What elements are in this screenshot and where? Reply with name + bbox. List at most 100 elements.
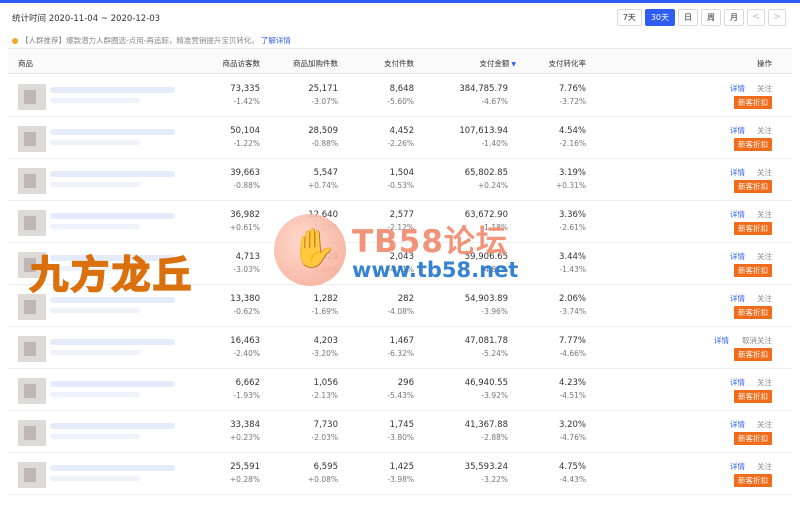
conv-rate-change: -2.16% <box>559 139 586 148</box>
follow-link[interactable]: 关注 <box>757 167 772 178</box>
new-customer-discount-button[interactable]: 新客折扣 <box>734 222 772 235</box>
product-title-blurred[interactable] <box>50 213 175 219</box>
new-customer-discount-button[interactable]: 新客折扣 <box>734 306 772 319</box>
pay-amount-value: 46,940.55 <box>464 378 508 388</box>
cart-change: -2.03% <box>311 433 338 442</box>
range-30d-button[interactable]: 30天 <box>644 9 675 26</box>
sort-desc-icon[interactable]: ▼ <box>511 61 516 68</box>
new-customer-discount-button[interactable]: 新客折扣 <box>734 432 772 445</box>
detail-link[interactable]: 详情 <box>714 335 729 346</box>
product-title-blurred[interactable] <box>50 171 175 177</box>
detail-link[interactable]: 详情 <box>730 293 745 304</box>
detail-link[interactable]: 详情 <box>730 125 745 136</box>
follow-link[interactable]: 关注 <box>757 419 772 430</box>
col-pay-items[interactable]: 支付件数 <box>384 58 414 69</box>
product-thumbnail[interactable] <box>18 378 46 404</box>
pay-amount-change: -5.24% <box>481 349 508 358</box>
visitors-change: -1.42% <box>233 97 260 106</box>
product-title-blurred[interactable] <box>50 381 175 387</box>
new-customer-discount-button[interactable]: 新客折扣 <box>734 180 772 193</box>
conv-rate-change: -1.43% <box>559 265 586 274</box>
cart-value: 4,203 <box>313 336 338 346</box>
pay-items-value: 1,745 <box>389 420 414 430</box>
follow-link[interactable]: 关注 <box>757 125 772 136</box>
watermark-left-text: 九方龙丘 <box>29 252 195 298</box>
new-customer-discount-button[interactable]: 新客折扣 <box>734 96 772 109</box>
follow-link[interactable]: 关注 <box>757 377 772 388</box>
product-subtitle-blurred <box>50 182 140 187</box>
next-period-icon[interactable]: > <box>768 9 786 26</box>
col-cart[interactable]: 商品加购件数 <box>293 58 338 69</box>
pay-items-value: 296 <box>397 378 414 388</box>
new-customer-discount-button[interactable]: 新客折扣 <box>734 348 772 361</box>
product-thumbnail[interactable] <box>18 126 46 152</box>
col-pay-amount[interactable]: 支付金额 ▼ <box>479 58 516 69</box>
cart-value: 28,509 <box>308 126 338 136</box>
conv-rate-value: 4.75% <box>558 462 586 472</box>
pay-items-change: -3.80% <box>387 433 414 442</box>
conv-rate-change: -4.43% <box>559 475 586 484</box>
product-subtitle-blurred <box>50 224 140 229</box>
product-title-blurred[interactable] <box>50 465 175 471</box>
follow-link[interactable]: 关注 <box>757 293 772 304</box>
visitors-change: +0.28% <box>229 475 260 484</box>
detail-link[interactable]: 详情 <box>730 419 745 430</box>
product-subtitle-blurred <box>50 476 140 481</box>
detail-link[interactable]: 详情 <box>730 167 745 178</box>
product-title-blurred[interactable] <box>50 87 175 93</box>
table-row: 39,663 -0.88% 5,547 +0.74% 1,504 -0.53% 65,802… <box>8 159 792 201</box>
product-title-blurred[interactable] <box>50 423 175 429</box>
pay-amount-change: -3.92% <box>481 391 508 400</box>
prev-period-icon[interactable]: < <box>747 9 765 26</box>
cart-change: +0.74% <box>307 181 338 190</box>
pay-amount-value: 35,593.24 <box>464 462 508 472</box>
follow-link[interactable]: 关注 <box>757 461 772 472</box>
table-row: 73,335 -1.42% 25,171 -3.07% 8,648 -5.60% 384,7… <box>8 75 792 117</box>
new-customer-discount-button[interactable]: 新客折扣 <box>734 264 772 277</box>
pay-items-change: -5.60% <box>387 97 414 106</box>
new-customer-discount-button[interactable]: 新客折扣 <box>734 138 772 151</box>
visitors-value: 33,384 <box>230 420 260 430</box>
follow-link[interactable]: 关注 <box>757 83 772 94</box>
table-row: 50,104 -1.22% 28,509 -0.88% 4,452 -2.26% 107,6… <box>8 117 792 159</box>
detail-link[interactable]: 详情 <box>730 377 745 388</box>
top-accent-line <box>0 0 800 3</box>
visitors-value: 39,663 <box>230 168 260 178</box>
product-subtitle-blurred <box>50 434 140 439</box>
conv-rate-change: -4.66% <box>559 349 586 358</box>
range-day-button[interactable]: 日 <box>678 9 698 26</box>
detail-link[interactable]: 详情 <box>730 251 745 262</box>
product-title-blurred[interactable] <box>50 339 175 345</box>
product-thumbnail[interactable] <box>18 336 46 362</box>
follow-link[interactable]: 关注 <box>757 209 772 220</box>
product-subtitle-blurred <box>50 140 140 145</box>
new-customer-discount-button[interactable]: 新客折扣 <box>734 390 772 403</box>
product-thumbnail[interactable] <box>18 168 46 194</box>
range-7d-button[interactable]: 7天 <box>616 9 642 26</box>
product-thumbnail[interactable] <box>18 420 46 446</box>
conv-rate-change: -4.76% <box>559 433 586 442</box>
detail-link[interactable]: 详情 <box>730 209 745 220</box>
conv-rate-change: -3.74% <box>559 307 586 316</box>
col-visitors[interactable]: 商品访客数 <box>223 58 261 69</box>
product-title-blurred[interactable] <box>50 129 175 135</box>
new-customer-discount-button[interactable]: 新客折扣 <box>734 474 772 487</box>
range-week-button[interactable]: 周 <box>701 9 721 26</box>
product-thumbnail[interactable] <box>18 84 46 110</box>
pay-amount-change: -3.22% <box>481 475 508 484</box>
cart-change: -1.69% <box>311 307 338 316</box>
product-thumbnail[interactable] <box>18 462 46 488</box>
visitors-change: -0.62% <box>233 307 260 316</box>
follow-link[interactable]: 取消关注 <box>742 335 772 346</box>
cart-change: +0.08% <box>307 475 338 484</box>
product-thumbnail[interactable] <box>18 210 46 236</box>
col-conv-rate[interactable]: 支付转化率 <box>549 58 587 69</box>
product-subtitle-blurred <box>50 350 140 355</box>
visitors-change: -3.03% <box>233 265 260 274</box>
range-month-button[interactable]: 月 <box>724 9 744 26</box>
conv-rate-value: 3.36% <box>558 210 586 220</box>
learn-more-link[interactable]: 了解详情 <box>261 35 291 46</box>
follow-link[interactable]: 关注 <box>757 251 772 262</box>
detail-link[interactable]: 详情 <box>730 83 745 94</box>
detail-link[interactable]: 详情 <box>730 461 745 472</box>
